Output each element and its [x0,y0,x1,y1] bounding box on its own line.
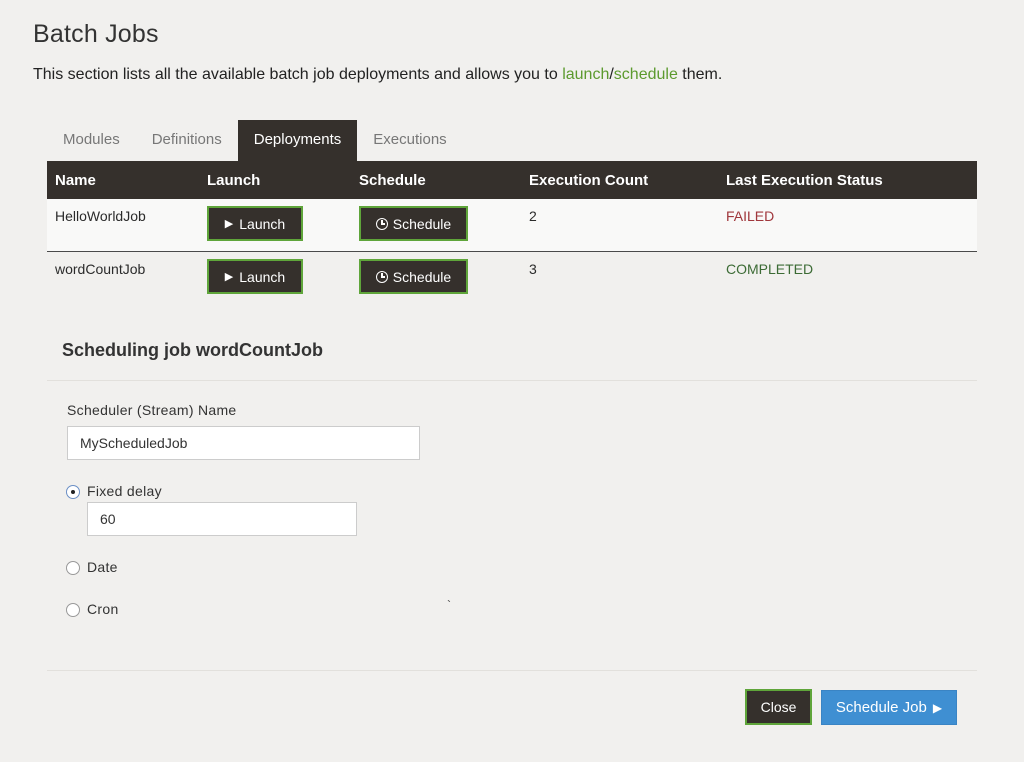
play-icon: ▶ [224,218,234,230]
fixed-delay-input[interactable]: 60 [87,502,357,536]
scheduler-divider-top [47,380,977,381]
tab-definitions[interactable]: Definitions [136,120,238,161]
table-header: Name Launch Schedule Execution Count Las… [47,161,977,199]
launch-label: Launch [239,268,286,285]
launch-button[interactable]: ▶ Launch [207,259,303,294]
option-fixed-delay[interactable]: Fixed delay [66,483,162,499]
table-row: wordCountJob ▶ Launch Schedule 3 COMPLETE… [47,252,977,305]
tab-bar: Modules Definitions Deployments Executio… [47,120,463,161]
execution-count: 2 [529,208,537,224]
header-execution-count: Execution Count [529,171,649,189]
clock-icon [375,217,388,230]
scheduler-title: Scheduling job wordCountJob [62,340,323,360]
close-button[interactable]: Close [745,689,812,725]
job-name: HelloWorldJob [55,208,146,224]
date-radio[interactable] [66,561,80,575]
job-name: wordCountJob [55,261,146,277]
schedule-button[interactable]: Schedule [359,259,468,294]
launch-button[interactable]: ▶ Launch [207,206,303,241]
header-launch: Launch [207,171,261,189]
schedule-label: Schedule [392,268,452,285]
header-schedule: Schedule [359,171,426,189]
launch-link[interactable]: launch [562,66,609,83]
date-label: Date [87,559,118,575]
execution-count: 3 [529,261,537,277]
option-cron[interactable]: Cron [66,601,119,617]
intro-text-end: them. [677,66,723,83]
header-name: Name [55,171,96,189]
status-badge: COMPLETED [726,261,814,277]
deployments-table: Name Launch Schedule Execution Count Las… [47,161,977,305]
scheduler-name-input[interactable]: MyScheduledJob [67,426,420,460]
fixed-delay-label: Fixed delay [87,483,162,499]
schedule-link[interactable]: schedule [614,66,678,83]
option-date[interactable]: Date [66,559,118,575]
schedule-job-button[interactable]: Schedule Job ▶ [821,690,957,725]
footer-divider [47,670,977,671]
fixed-delay-radio[interactable] [66,485,80,499]
cron-label: Cron [87,601,119,617]
launch-label: Launch [239,215,286,232]
page-intro: This section lists all the available bat… [33,66,722,84]
tab-deployments[interactable]: Deployments [237,120,358,161]
schedule-job-label: Schedule Job [835,699,927,716]
table-row: HelloWorldJob ▶ Launch Schedule 2 FAILED [47,199,977,252]
tab-modules[interactable]: Modules [47,120,136,161]
play-icon: ▶ [932,700,943,715]
clock-icon [375,270,388,283]
intro-text: This section lists all the available bat… [33,66,563,83]
cron-radio[interactable] [66,603,80,617]
scheduler-name-label: Scheduler (Stream) Name [67,402,237,418]
schedule-label: Schedule [392,215,452,232]
schedule-button[interactable]: Schedule [359,206,468,241]
tab-executions[interactable]: Executions [357,120,462,161]
header-last-status: Last Execution Status [726,171,883,189]
stray-mark: ` [447,598,451,612]
page-title: Batch Jobs [33,20,159,48]
play-icon: ▶ [224,271,234,283]
status-badge: FAILED [726,208,775,224]
